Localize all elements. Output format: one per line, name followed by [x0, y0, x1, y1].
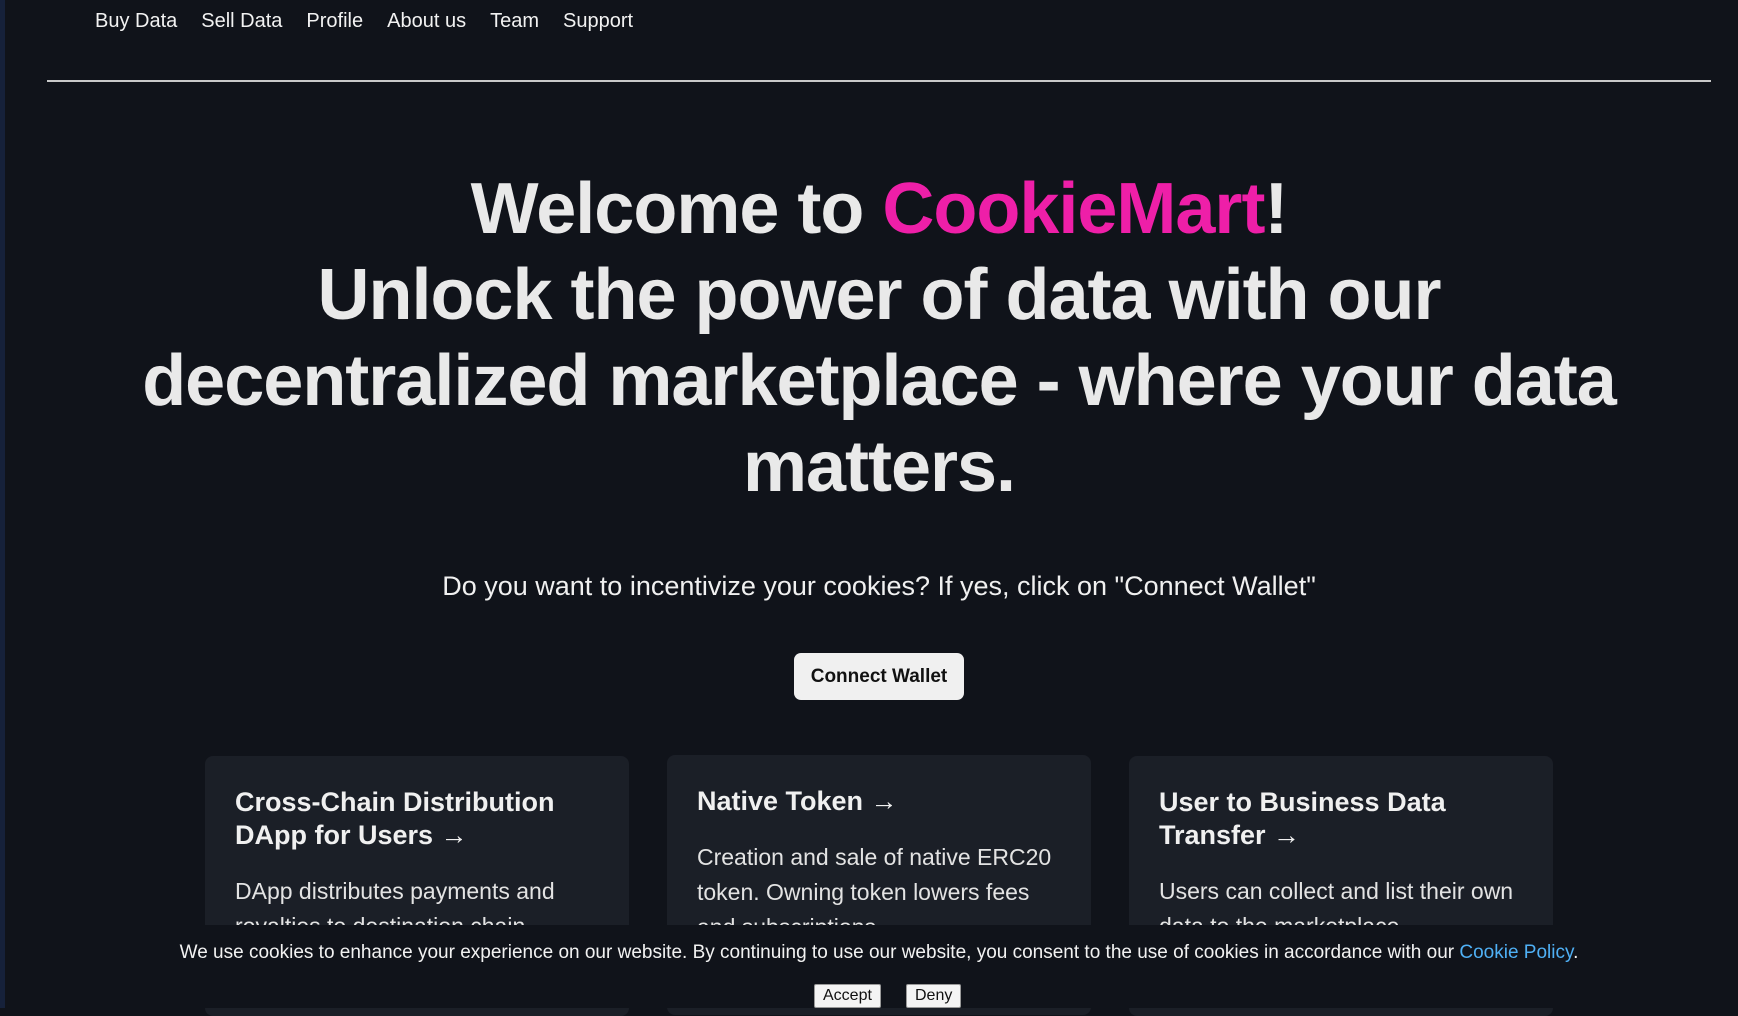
top-nav: Buy Data Sell Data Profile About us Team… — [95, 10, 633, 33]
cookie-deny-button[interactable]: Deny — [906, 984, 962, 1008]
nav-divider — [47, 80, 1711, 82]
cookie-message: We use cookies to enhance your experienc… — [179, 942, 1460, 963]
card-title: Cross-Chain Distribution DApp for Users … — [235, 787, 555, 850]
card-title: User to Business Data Transfer → — [1159, 787, 1446, 850]
card-title: Native Token → — [697, 786, 898, 816]
nav-team[interactable]: Team — [490, 10, 539, 33]
hero-heading: Welcome to CookieMart! Unlock the power … — [5, 166, 1738, 510]
nav-profile[interactable]: Profile — [306, 10, 363, 33]
hero-subtitle: Do you want to incentivize your cookies?… — [442, 571, 1316, 601]
hero-line-3: decentralized marketplace - where your d… — [142, 341, 1617, 421]
cookie-banner-text: We use cookies to enhance your experienc… — [15, 942, 1738, 964]
hero-welcome-suffix: ! — [1264, 169, 1288, 249]
nav-support[interactable]: Support — [563, 10, 633, 33]
nav-buy-data[interactable]: Buy Data — [95, 10, 177, 33]
hero-line-2: Unlock the power of data with our — [317, 255, 1441, 335]
page: Buy Data Sell Data Profile About us Team… — [0, 0, 1738, 1016]
cookie-accept-button[interactable]: Accept — [814, 984, 881, 1008]
nav-about-us[interactable]: About us — [387, 10, 466, 33]
cookie-policy-link[interactable]: Cookie Policy — [1459, 942, 1573, 963]
cookie-message-suffix: . — [1573, 942, 1579, 963]
hero-welcome-prefix: Welcome to — [470, 169, 883, 249]
cookie-banner: We use cookies to enhance your experienc… — [15, 925, 1738, 1008]
hero-line-4: matters. — [742, 427, 1016, 507]
nav-sell-data[interactable]: Sell Data — [201, 10, 282, 33]
connect-wallet-button[interactable]: Connect Wallet — [794, 653, 964, 700]
brand-name: CookieMart — [882, 169, 1265, 249]
